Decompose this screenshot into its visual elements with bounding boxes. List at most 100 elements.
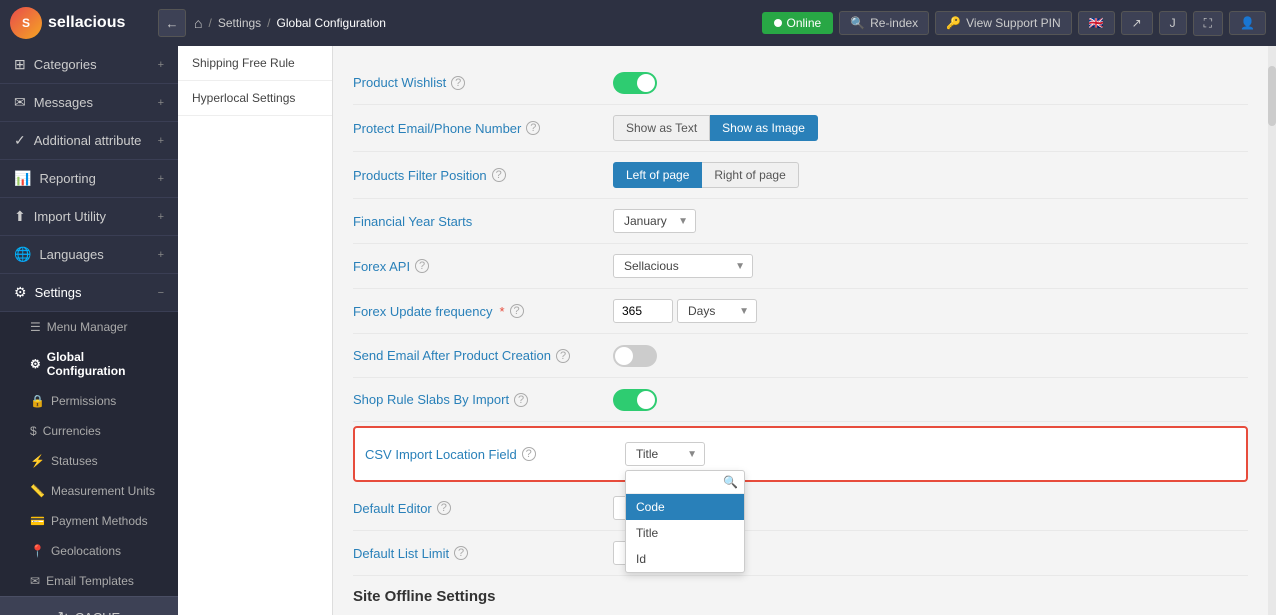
sidebar-item-additional-attribute[interactable]: ✓ Additional attribute + [0,122,178,160]
refresh-icon: ↻ [58,609,69,615]
navbar-right: Online 🔍 Re-index 🔑 View Support PIN 🇬🇧 … [762,11,1267,36]
forex-update-control: Days ▼ [613,299,757,323]
sidebar-sub-payment-methods[interactable]: 💳 Payment Methods [0,506,178,536]
fullscreen-button[interactable]: ⛶ [1193,11,1223,36]
cache-button[interactable]: ↻ CACHE [0,596,178,615]
sub-sidebar-shipping[interactable]: Shipping Free Rule [178,46,332,81]
help-icon[interactable]: ? [451,76,465,90]
sidebar-sub-currencies[interactable]: $ Currencies [0,416,178,446]
flag-button[interactable]: 🇬🇧 [1078,11,1115,35]
external-icon: ↗ [1132,16,1142,30]
forex-unit-select-wrap: Days ▼ [677,299,757,323]
help-icon[interactable]: ? [556,349,570,363]
external-button[interactable]: ↗ [1121,11,1153,35]
payment-icon: 💳 [30,514,45,528]
logo-text: sellacious [48,14,125,32]
dropdown-option-code[interactable]: Code [626,494,744,520]
toggle-knob [637,391,655,409]
required-asterisk: * [499,304,504,319]
forex-api-select[interactable]: Sellacious [613,254,753,278]
logo: S sellacious [10,7,150,39]
sub-sidebar-hyperlocal[interactable]: Hyperlocal Settings [178,81,332,116]
help-icon[interactable]: ? [526,121,540,135]
default-list-limit-row: Default List Limit ? ▼ [353,531,1248,576]
home-icon[interactable]: ⌂ [194,15,202,31]
search-icon: 🔍 [723,475,738,489]
financial-year-label: Financial Year Starts [353,214,613,229]
left-of-page-button[interactable]: Left of page [613,162,702,188]
back-button[interactable]: ← [158,9,186,37]
expand-icon: + [158,249,164,261]
forex-update-label: Forex Update frequency * ? [353,304,613,319]
sidebar-sub-global-config[interactable]: ⚙ Global Configuration [0,342,178,386]
sidebar-sub-menu-manager[interactable]: ☰ Menu Manager [0,312,178,342]
sidebar-item-import-utility[interactable]: ⬆ Import Utility + [0,198,178,236]
forex-frequency-input[interactable] [613,299,673,323]
forex-api-label: Forex API ? [353,259,613,274]
sub-sidebar: Shipping Free Rule Hyperlocal Settings [178,46,333,615]
breadcrumb-settings[interactable]: Settings [218,16,261,30]
show-as-text-button[interactable]: Show as Text [613,115,710,141]
help-icon[interactable]: ? [514,393,528,407]
messages-icon: ✉ [14,94,26,111]
online-button[interactable]: Online [762,12,834,34]
shop-rule-label: Shop Rule Slabs By Import ? [353,392,613,407]
right-of-page-button[interactable]: Right of page [702,162,798,188]
fullscreen-icon: ⛶ [1204,16,1212,31]
csv-import-label: CSV Import Location Field ? [365,447,625,462]
csv-location-select[interactable]: Title [625,442,705,466]
scrollbar-track[interactable] [1268,46,1276,615]
dropdown-option-id[interactable]: Id [626,546,744,572]
sidebar-item-languages[interactable]: 🌐 Languages + [0,236,178,274]
help-icon[interactable]: ? [415,259,429,273]
help-icon[interactable]: ? [510,304,524,318]
help-icon[interactable]: ? [492,168,506,182]
help-icon[interactable]: ? [437,501,451,515]
user-button[interactable]: 👤 [1229,11,1266,35]
product-wishlist-toggle[interactable] [613,72,657,94]
sidebar-item-settings[interactable]: ⚙ Settings − [0,274,178,312]
app-container: S sellacious ← ⌂ / Settings / Global Con… [0,0,1276,615]
show-as-group: Show as Text Show as Image [613,115,818,141]
email-icon: ✉ [30,574,40,588]
send-email-toggle[interactable] [613,345,657,367]
support-pin-button[interactable]: 🔑 View Support PIN [935,11,1071,35]
product-wishlist-row: Product Wishlist ? [353,61,1248,105]
protect-email-label: Protect Email/Phone Number ? [353,121,613,136]
sidebar-sub-geolocations[interactable]: 📍 Geolocations [0,536,178,566]
csv-dropdown-container: Title ▼ 🔍 Code [625,442,705,466]
joomla-icon: J [1170,16,1176,30]
show-as-image-button[interactable]: Show as Image [710,115,818,141]
default-editor-row: Default Editor ? Editor 4 ▼ [353,486,1248,531]
expand-icon: + [158,173,164,185]
help-icon[interactable]: ? [522,447,536,461]
content-area: Product Wishlist ? Protect Email/Phone N… [333,46,1268,615]
protect-email-control: Show as Text Show as Image [613,115,818,141]
menu-icon: ☰ [30,320,41,334]
dropdown-search-input[interactable] [632,475,719,489]
reindex-button[interactable]: 🔍 Re-index [839,11,929,35]
sidebar-sub-permissions[interactable]: 🔒 Permissions [0,386,178,416]
sidebar-bottom: ↻ CACHE 🔧 AUTO FIX [0,596,178,615]
scrollbar-thumb[interactable] [1268,66,1276,126]
sidebar-item-categories[interactable]: ⊞ Categories + [0,46,178,84]
financial-year-select[interactable]: January [613,209,696,233]
settings-icon: ⚙ [14,284,27,301]
help-icon[interactable]: ? [454,546,468,560]
send-email-control [613,345,657,367]
sidebar-sub-measurement[interactable]: 📏 Measurement Units [0,476,178,506]
measure-icon: 📏 [30,484,45,498]
filter-position-group: Left of page Right of page [613,162,799,188]
joomla-button[interactable]: J [1159,11,1187,35]
sidebar-sub-statuses[interactable]: ⚡ Statuses [0,446,178,476]
sidebar-sub-email-templates[interactable]: ✉ Email Templates [0,566,178,596]
dropdown-option-title[interactable]: Title [626,520,744,546]
product-wishlist-label: Product Wishlist ? [353,75,613,90]
csv-select-wrap: Title ▼ [625,442,705,466]
forex-unit-select[interactable]: Days [677,299,757,323]
shop-rule-toggle[interactable] [613,389,657,411]
sidebar-item-messages[interactable]: ✉ Messages + [0,84,178,122]
sidebar-item-reporting[interactable]: 📊 Reporting + [0,160,178,198]
expand-icon: + [158,97,164,109]
categories-icon: ⊞ [14,56,26,73]
